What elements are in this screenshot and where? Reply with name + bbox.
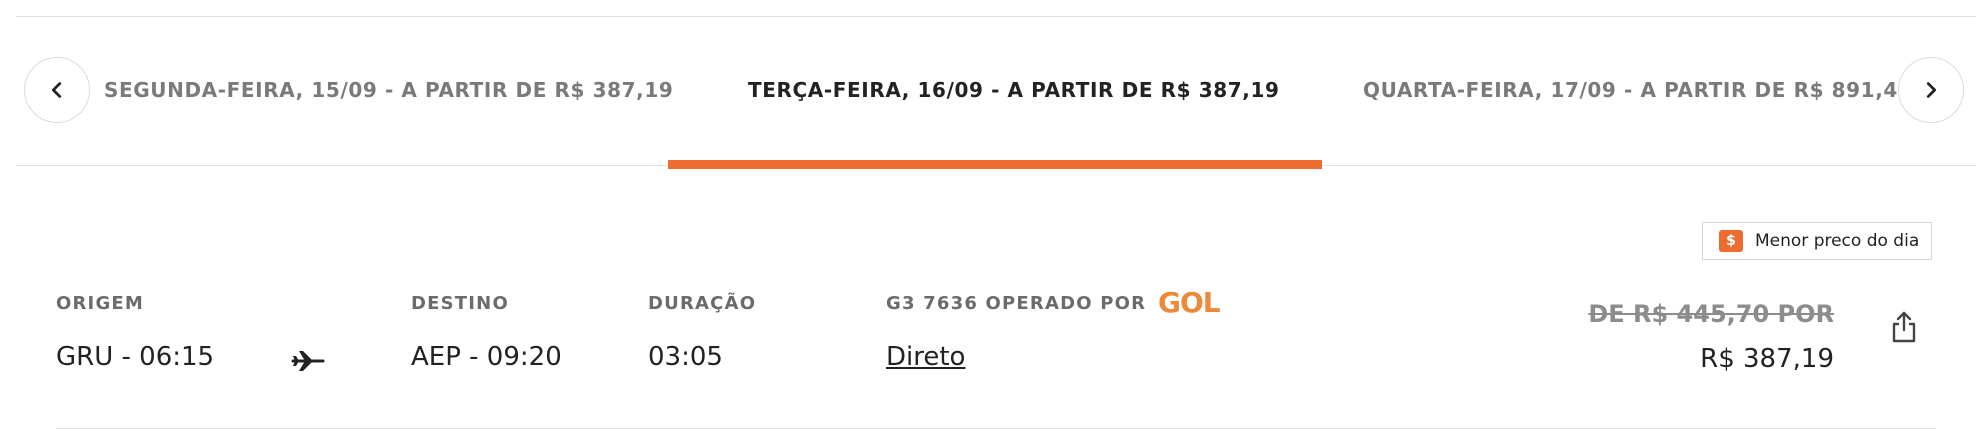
next-date-button[interactable] (1898, 57, 1964, 123)
duration-label: DURAÇÃO (648, 293, 757, 314)
airplane-icon (291, 351, 325, 371)
top-divider (16, 16, 1976, 17)
chevron-right-icon (1926, 82, 1937, 98)
direct-flight-link[interactable]: Direto (886, 342, 965, 372)
origin-value: GRU - 06:15 (56, 342, 215, 372)
gol-airline-logo: GOL (1158, 286, 1221, 319)
destination-value: AEP - 09:20 (411, 342, 562, 372)
date-tab-wednesday[interactable]: QUARTA-FEIRA, 17/09 - A PARTIR DE R$ 891… (1363, 74, 1912, 106)
share-icon[interactable] (1890, 310, 1918, 344)
lowest-price-label: Menor preco do dia (1755, 231, 1920, 251)
origin-label: ORIGEM (56, 293, 145, 314)
chevron-left-icon (51, 82, 62, 98)
bottom-divider (56, 428, 1936, 429)
date-tab-monday[interactable]: SEGUNDA-FEIRA, 15/09 - A PARTIR DE R$ 38… (104, 74, 673, 106)
lowest-price-badge: $ Menor preco do dia (1702, 222, 1932, 260)
dollar-icon: $ (1719, 230, 1743, 252)
flight-number-label: G3 7636 OPERADO POR (886, 293, 1147, 314)
original-price: DE R$ 445,70 POR (1588, 300, 1834, 328)
duration-value: 03:05 (648, 342, 723, 372)
current-price: R$ 387,19 (1700, 344, 1834, 374)
previous-date-button[interactable] (24, 57, 90, 123)
date-tab-tuesday-active[interactable]: TERÇA-FEIRA, 16/09 - A PARTIR DE R$ 387,… (748, 74, 1280, 106)
active-tab-indicator (668, 160, 1322, 169)
destination-label: DESTINO (411, 293, 509, 314)
flight-results-page: SEGUNDA-FEIRA, 15/09 - A PARTIR DE R$ 38… (0, 0, 1976, 438)
